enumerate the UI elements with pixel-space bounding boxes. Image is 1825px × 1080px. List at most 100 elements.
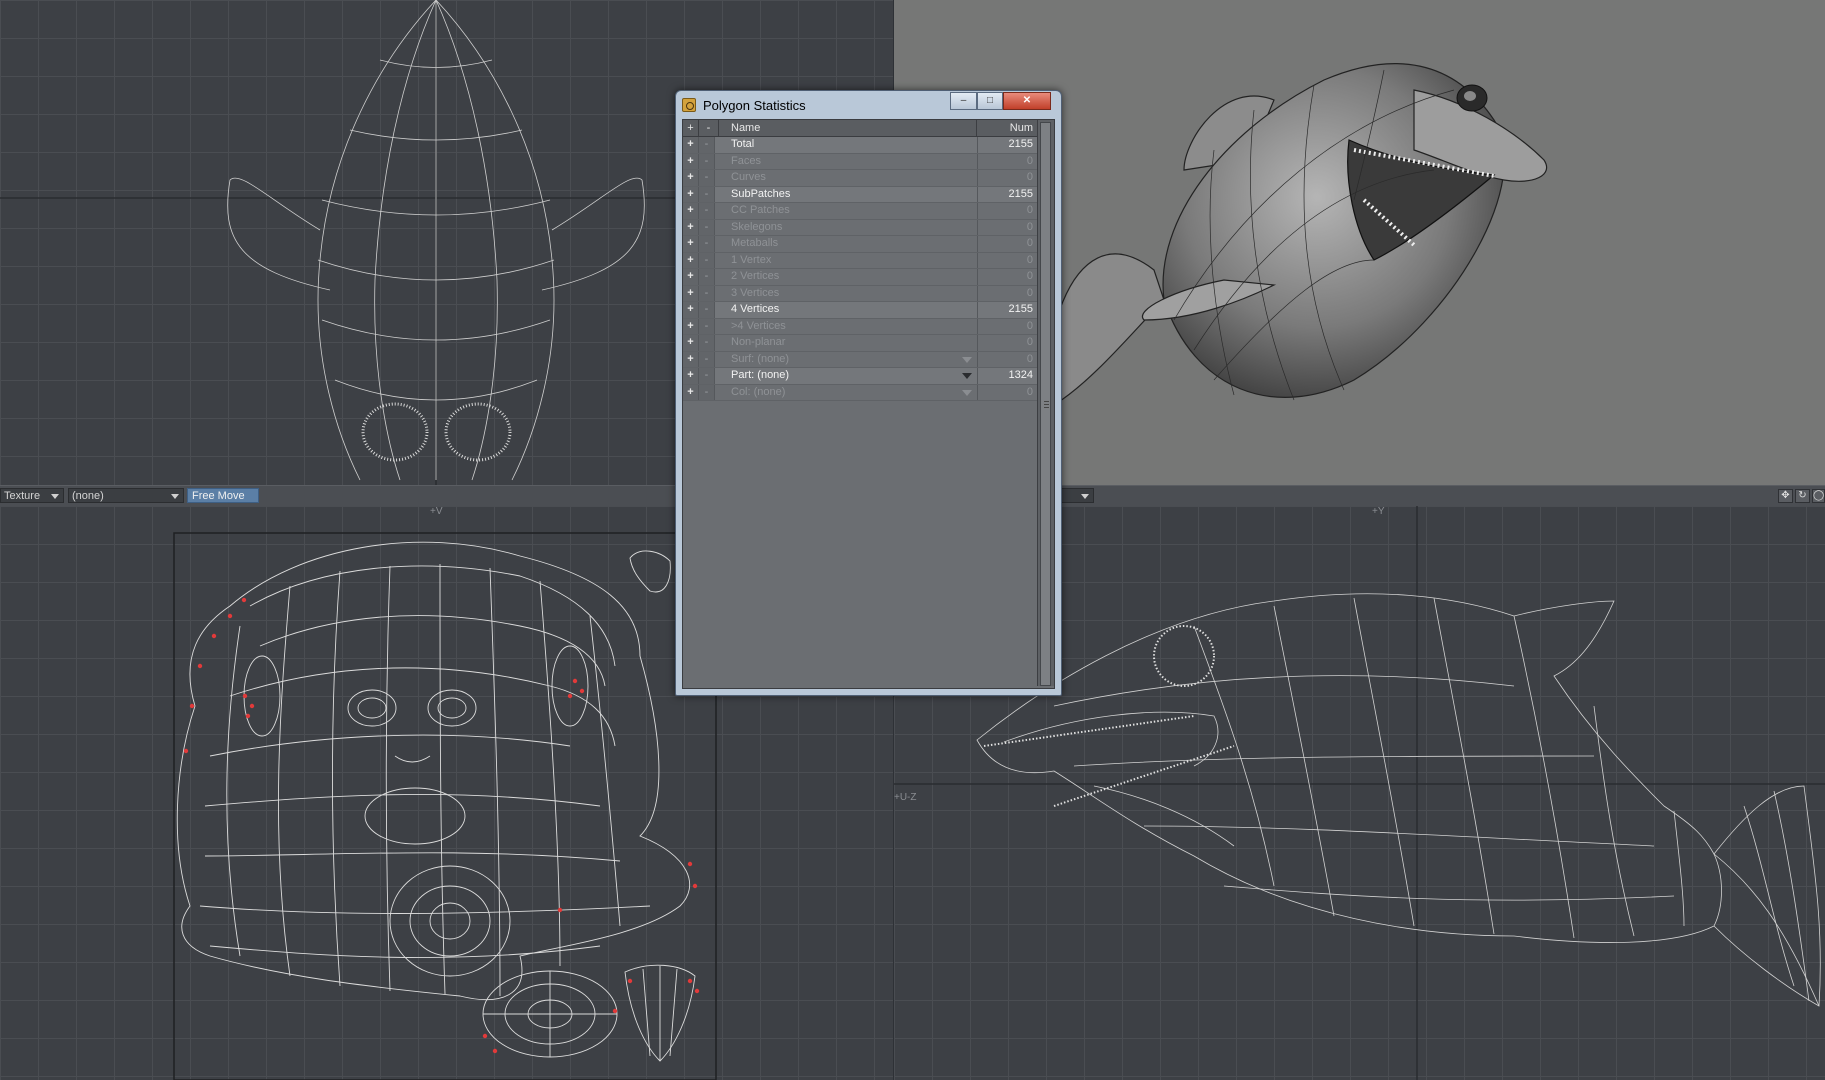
row-add-toggle[interactable]: +: [683, 236, 699, 252]
row-add-toggle[interactable]: +: [683, 203, 699, 219]
row-add-toggle[interactable]: +: [683, 285, 699, 301]
chevron-down-icon[interactable]: [962, 373, 972, 379]
uv-map-type-value: Texture: [4, 490, 41, 502]
row-name: Curves: [719, 170, 977, 186]
uv-map-type-dropdown[interactable]: Texture: [0, 488, 64, 503]
table-row[interactable]: + - Skelegons 0: [683, 219, 1037, 236]
row-remove-toggle[interactable]: -: [699, 285, 715, 301]
table-row[interactable]: + - Faces 0: [683, 153, 1037, 170]
row-add-toggle[interactable]: +: [683, 368, 699, 384]
table-row[interactable]: + - SubPatches 2155: [683, 186, 1037, 203]
row-add-toggle[interactable]: +: [683, 137, 699, 153]
row-name: Col: (none): [719, 385, 977, 401]
row-remove-toggle[interactable]: -: [699, 236, 715, 252]
chevron-down-icon: [171, 494, 179, 499]
rotate-view-icon[interactable]: ↻: [1795, 489, 1810, 503]
row-name-text: 1 Vertex: [731, 253, 772, 266]
move-view-icon[interactable]: ✥: [1778, 489, 1793, 503]
row-count: 0: [977, 219, 1037, 235]
polygon-statistics-dialog: Polygon Statistics – □ ✕ + - Name Num + -…: [675, 90, 1062, 696]
row-remove-toggle[interactable]: -: [699, 137, 715, 153]
minimize-button[interactable]: –: [950, 92, 977, 110]
table-row[interactable]: + - Col: (none) 0: [683, 384, 1037, 401]
row-add-toggle[interactable]: +: [683, 384, 699, 400]
vertical-scrollbar[interactable]: [1037, 120, 1054, 686]
table-row[interactable]: + - 4 Vertices 2155: [683, 302, 1037, 319]
table-row[interactable]: + - 3 Vertices 0: [683, 285, 1037, 302]
row-name-text: 4 Vertices: [731, 303, 780, 315]
row-name-text: Total: [731, 138, 755, 150]
row-remove-toggle[interactable]: -: [699, 368, 715, 384]
row-name: Non-planar: [719, 335, 977, 351]
row-add-toggle[interactable]: +: [683, 269, 699, 285]
chevron-down-icon[interactable]: [962, 389, 972, 396]
row-name-text: Curves: [731, 171, 766, 183]
row-name: Faces: [719, 154, 977, 170]
row-remove-toggle[interactable]: -: [699, 203, 715, 219]
chevron-down-icon: [1081, 494, 1089, 499]
row-count: 2155: [977, 186, 1037, 202]
row-count: 0: [977, 269, 1037, 285]
table-row[interactable]: + - Curves 0: [683, 170, 1037, 187]
table-row[interactable]: + - 2 Vertices 0: [683, 269, 1037, 286]
table-row[interactable]: + - Surf: (none) 0: [683, 351, 1037, 368]
row-count: 1324: [977, 368, 1037, 384]
add-column-header: +: [683, 120, 699, 136]
row-add-toggle[interactable]: +: [683, 219, 699, 235]
row-name-text: Part: (none): [731, 369, 790, 381]
row-name: Total: [719, 137, 977, 153]
table-row[interactable]: + - 1 Vertex 0: [683, 252, 1037, 269]
num-column-header[interactable]: Num: [977, 120, 1037, 136]
chevron-down-icon[interactable]: [962, 356, 972, 363]
row-remove-toggle[interactable]: -: [699, 384, 715, 400]
zoom-view-icon[interactable]: ◯: [1812, 489, 1825, 503]
row-remove-toggle[interactable]: -: [699, 302, 715, 318]
row-name-text: Skelegons: [731, 220, 783, 233]
row-add-toggle[interactable]: +: [683, 318, 699, 334]
close-button[interactable]: ✕: [1003, 92, 1051, 110]
maximize-button[interactable]: □: [977, 92, 1003, 110]
table-header: + - Name Num: [683, 120, 1037, 137]
row-name: >4 Vertices: [719, 319, 977, 335]
row-name: 3 Vertices: [719, 286, 977, 302]
row-count: 0: [977, 285, 1037, 301]
table-row[interactable]: + - Metaballs 0: [683, 236, 1037, 253]
row-add-toggle[interactable]: +: [683, 170, 699, 186]
row-remove-toggle[interactable]: -: [699, 153, 715, 169]
table-row[interactable]: + - Non-planar 0: [683, 335, 1037, 352]
row-count: 0: [977, 153, 1037, 169]
scrollbar-thumb[interactable]: [1040, 122, 1051, 686]
row-remove-toggle[interactable]: -: [699, 269, 715, 285]
row-name: 4 Vertices: [719, 302, 977, 318]
table-row[interactable]: + - CC Patches 0: [683, 203, 1037, 220]
row-add-toggle[interactable]: +: [683, 153, 699, 169]
row-count: 0: [977, 384, 1037, 400]
row-remove-toggle[interactable]: -: [699, 318, 715, 334]
row-name: Skelegons: [719, 220, 977, 236]
row-name: SubPatches: [719, 187, 977, 203]
row-add-toggle[interactable]: +: [683, 252, 699, 268]
row-name: Surf: (none): [719, 352, 977, 368]
row-remove-toggle[interactable]: -: [699, 186, 715, 202]
row-name: 2 Vertices: [719, 269, 977, 285]
row-remove-toggle[interactable]: -: [699, 335, 715, 351]
row-remove-toggle[interactable]: -: [699, 351, 715, 367]
uv-map-name-dropdown[interactable]: (none): [68, 488, 184, 503]
row-add-toggle[interactable]: +: [683, 186, 699, 202]
name-column-header[interactable]: Name: [719, 120, 977, 136]
row-remove-toggle[interactable]: -: [699, 219, 715, 235]
row-remove-toggle[interactable]: -: [699, 170, 715, 186]
free-move-button[interactable]: Free Move: [187, 488, 259, 503]
row-name: Metaballs: [719, 236, 977, 252]
table-row[interactable]: + - Part: (none) 1324: [683, 368, 1037, 385]
row-add-toggle[interactable]: +: [683, 351, 699, 367]
row-add-toggle[interactable]: +: [683, 335, 699, 351]
row-name-text: Non-planar: [731, 336, 786, 348]
row-count: 0: [977, 203, 1037, 219]
table-row[interactable]: + - Total 2155: [683, 137, 1037, 154]
row-remove-toggle[interactable]: -: [699, 252, 715, 268]
row-add-toggle[interactable]: +: [683, 302, 699, 318]
row-name-text: Faces: [731, 154, 761, 167]
table-row[interactable]: + - >4 Vertices 0: [683, 318, 1037, 335]
dialog-title-bar[interactable]: Polygon Statistics – □ ✕: [676, 91, 1061, 119]
